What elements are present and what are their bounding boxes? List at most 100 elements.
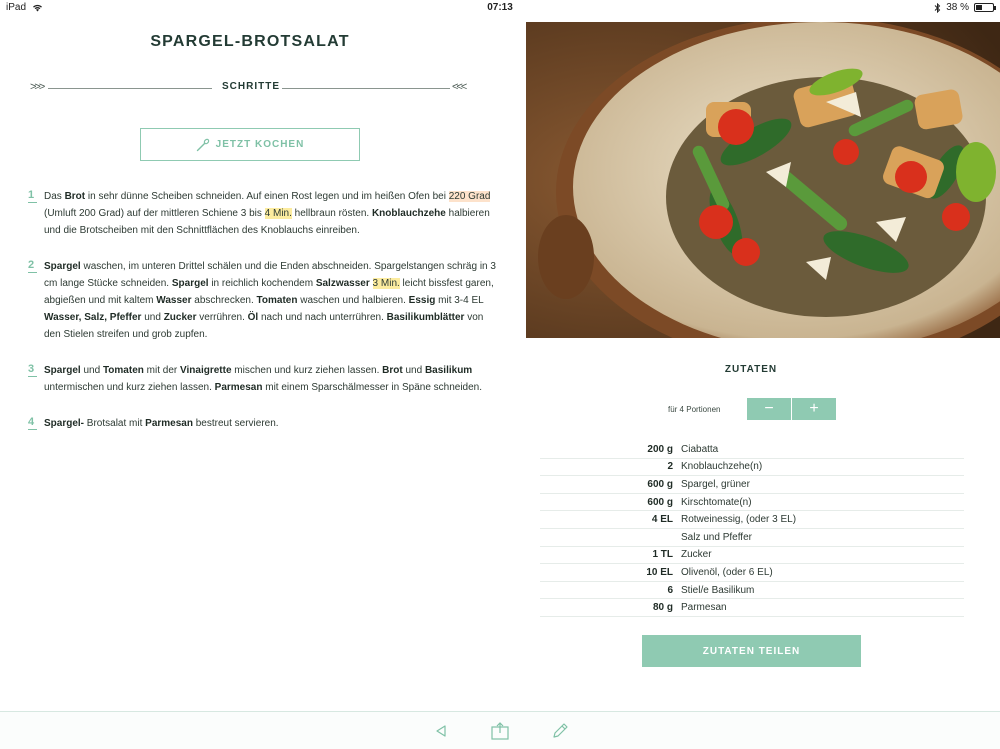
ingredient-quantity: 80 g [652, 602, 673, 614]
step-ingredient-term: Parmesan [214, 382, 263, 393]
step-number: 4 [28, 415, 37, 430]
step-ingredient-term: Wasser [156, 295, 192, 306]
bluetooth-icon [934, 2, 941, 13]
battery-percent: 38 % [946, 2, 969, 13]
step-text: und [402, 365, 425, 376]
steps-label: SCHRITTE [222, 81, 280, 92]
ingredient-quantity: 6 [667, 584, 673, 596]
ingredient-name: Kirschtomate(n) [681, 496, 752, 508]
steps-list: 1 Das Brot in sehr dünne Scheiben schneid… [28, 188, 498, 451]
ingredient-row: 10 EL Olivenöl, (oder 6 EL) [540, 564, 964, 582]
step-ingredient-term: Basilikumblätter [386, 312, 465, 323]
step-text: nach und nach unterrühren. [258, 312, 387, 323]
ingredient-name: Ciabatta [681, 443, 719, 455]
step-highlight: 3 Min. [372, 278, 400, 289]
step-text: Das [44, 191, 65, 202]
step-text: verrühren. [196, 312, 248, 323]
ingredient-name: Rotweinessig, (oder 3 EL) [681, 514, 797, 526]
arrow-head-icon: <<< [452, 81, 467, 93]
ingredient-quantity: 600 g [647, 478, 673, 490]
step-highlight: 4 Min. [264, 208, 292, 219]
step-item: 4 Spargel- Brotsalat mit Parmesan bestreu… [28, 415, 498, 432]
step-number: 2 [28, 258, 37, 273]
status-time: 07:13 [487, 2, 513, 13]
recipe-title: SPARGEL-BROTSALAT [150, 33, 350, 50]
step-ingredient-term: Brot [64, 191, 86, 202]
ingredient-row: Salz und Pfeffer [540, 529, 964, 547]
step-ingredient-term: Salzwasser [315, 278, 370, 289]
bottom-toolbar [0, 711, 1000, 749]
step-item: 3 Spargel und Tomaten mit der Vinaigrette… [28, 362, 498, 396]
step-ingredient-term: Basilikum [424, 365, 473, 376]
step-text: mit einem Sparschälmesser in Späne schne… [262, 382, 483, 393]
step-item: 1 Das Brot in sehr dünne Scheiben schneid… [28, 188, 498, 239]
step-text: waschen und halbieren. [297, 295, 409, 306]
ingredient-row: 600 g Kirschtomate(n) [540, 494, 964, 512]
ingredient-row: 600 g Spargel, grüner [540, 476, 964, 494]
ingredient-name: Knoblauchzehe(n) [681, 461, 763, 473]
steps-header: >>> SCHRITTE <<< [30, 80, 472, 96]
divider-line-right [282, 88, 450, 89]
status-bar: iPad 07:13 38 % [0, 0, 1000, 16]
step-text: untermischen und kurz ziehen lassen. [44, 382, 215, 393]
ingredient-row: 200 g Ciabatta [540, 441, 964, 459]
step-text: und [141, 312, 164, 323]
ingredient-name: Olivenöl, (oder 6 EL) [681, 566, 773, 578]
ingredient-quantity: 600 g [647, 496, 673, 508]
ingredient-name: Spargel, grüner [681, 478, 750, 490]
step-ingredient-term: Spargel- [44, 418, 85, 429]
step-number: 3 [28, 362, 37, 377]
step-ingredient-term: Tomaten [102, 365, 144, 376]
step-ingredient-term: Brot [382, 365, 403, 376]
ingredient-name: Salz und Pfeffer [681, 531, 752, 543]
status-right: 38 % [934, 2, 996, 13]
battery-icon [974, 3, 996, 12]
step-ingredient-term: Essig [408, 295, 436, 306]
step-text: mit der [143, 365, 180, 376]
step-ingredient-term: Vinaigrette [180, 365, 232, 376]
steps-panel: SPARGEL-BROTSALAT >>> SCHRITTE <<< JETZT… [0, 16, 520, 706]
step-ingredient-term: Spargel [44, 261, 81, 272]
cook-now-button[interactable]: JETZT KOCHEN [140, 128, 360, 161]
increase-portions-button[interactable]: + [792, 398, 836, 420]
ingredient-row: 4 EL Rotweinessig, (oder 3 EL) [540, 511, 964, 529]
battery-fill [976, 5, 983, 10]
step-text: mischen und kurz ziehen lassen. [231, 365, 383, 376]
step-text: in sehr dünne Scheiben schneiden. Auf ei… [85, 191, 449, 202]
portions-stepper: − + [747, 398, 836, 420]
back-icon[interactable] [430, 720, 452, 742]
step-text: in reichlich kochendem [208, 278, 316, 289]
step-item: 2 Spargel waschen, im unteren Drittel sch… [28, 258, 498, 343]
ingredient-quantity: 2 [667, 461, 673, 473]
ingredient-quantity: 200 g [647, 443, 673, 455]
ingredient-name: Stiel/e Basilikum [681, 584, 755, 596]
step-text: (Umluft 200 Grad) auf der mittleren Schi… [44, 208, 265, 219]
step-ingredient-term: Zucker [163, 312, 197, 323]
step-ingredient-term: Öl [247, 312, 259, 323]
ingredient-row: 1 TL Zucker [540, 547, 964, 565]
spoon-icon [196, 138, 209, 151]
step-ingredient-term: Wasser, Salz, Pfeffer [44, 312, 142, 323]
edit-icon[interactable] [549, 720, 571, 742]
step-highlight: 220 Grad [448, 191, 491, 202]
ingredient-name: Parmesan [681, 602, 727, 614]
recipe-photo [526, 22, 1000, 338]
ingredients-list: 200 g Ciabatta 2 Knoblauchzehe(n) 600 g Sparg… [540, 441, 964, 617]
ingredient-quantity: 1 TL [652, 549, 673, 561]
ingredients-title: ZUTATEN [724, 364, 778, 375]
step-ingredient-term: Spargel [44, 365, 81, 376]
step-ingredient-term: Parmesan [145, 418, 193, 429]
share-ingredients-button[interactable]: ZUTATEN TEILEN [642, 635, 861, 667]
step-ingredient-term: Spargel [171, 278, 209, 289]
step-number: 1 [28, 188, 37, 203]
step-text: und [80, 365, 103, 376]
share-icon[interactable] [489, 720, 511, 742]
salad-image [526, 22, 1000, 338]
decrease-portions-button[interactable]: − [747, 398, 791, 420]
ingredient-quantity: 4 EL [651, 514, 673, 526]
step-text: abschrecken. [191, 295, 257, 306]
step-text: Brotsalat mit [84, 418, 146, 429]
step-text: hellbraun rösten. [291, 208, 372, 219]
step-ingredient-term: Knoblauchzehe [371, 208, 446, 219]
step-text: mit 3-4 EL [435, 295, 484, 306]
